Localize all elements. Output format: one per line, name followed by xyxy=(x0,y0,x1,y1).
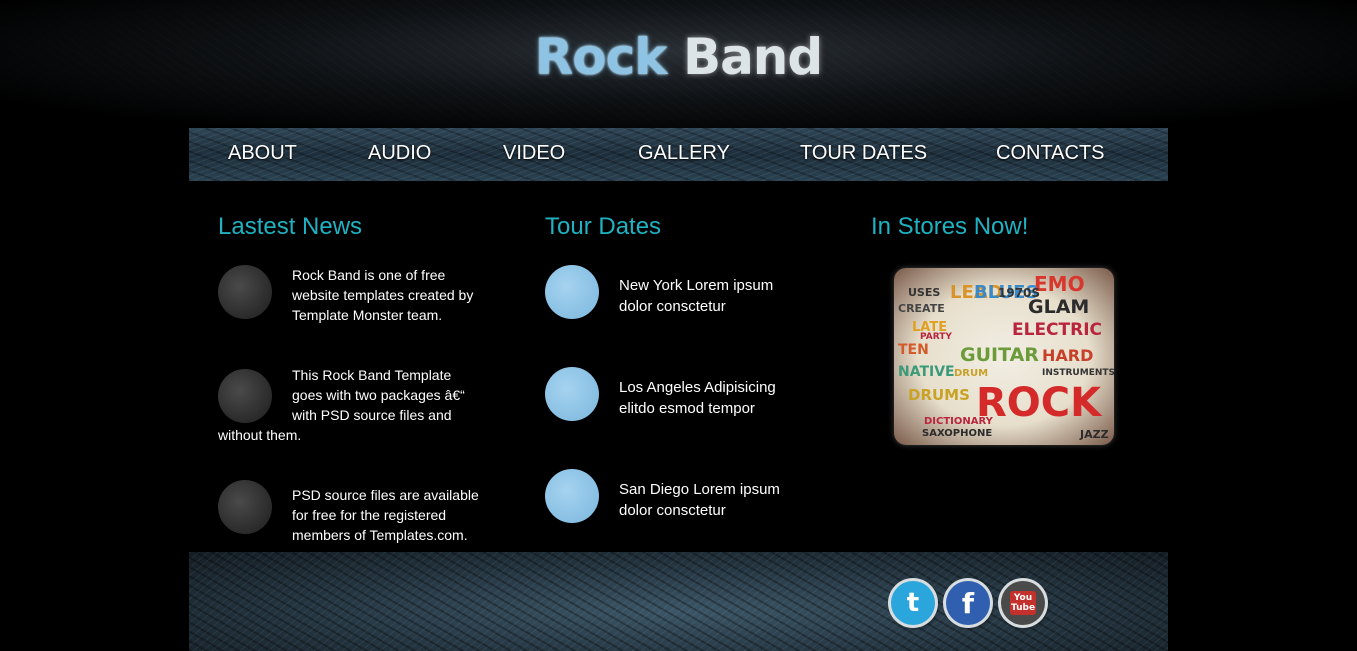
album-word: PARTY xyxy=(920,332,952,342)
nav-contacts[interactable]: CONTACTS xyxy=(996,142,1105,165)
album-word: TEN xyxy=(898,342,929,358)
album-word: INSTRUMENTS xyxy=(1042,368,1114,378)
album-word: 1970S xyxy=(998,286,1041,300)
tour-title: Tour Dates xyxy=(545,213,662,240)
news-item-3: PSD source files are available for free … xyxy=(292,487,479,543)
album-word: JAZZ xyxy=(1080,428,1109,441)
facebook-glyph: f xyxy=(961,586,975,620)
album-word: EMO xyxy=(1034,272,1085,296)
tour-thumbnail xyxy=(545,469,599,523)
album-word: SAXOPHONE xyxy=(922,428,993,439)
album-word: NATIVE xyxy=(898,364,955,380)
news-float-spacer xyxy=(218,365,292,419)
tour-item-3[interactable]: San Diego Lorem ipsum dolor consctetur xyxy=(619,479,799,521)
news-item-2: This Rock Band Template goes with two pa… xyxy=(218,365,482,445)
logo-word-rock: Rock xyxy=(534,28,668,86)
nav-audio[interactable]: AUDIO xyxy=(368,142,431,165)
facebook-icon[interactable]: f xyxy=(946,581,990,625)
news-item-1: Rock Band is one of free website templat… xyxy=(292,267,474,323)
album-word: ROCK xyxy=(976,380,1102,426)
site-logo[interactable]: Rock Band xyxy=(0,28,1357,86)
nav-video[interactable]: VIDEO xyxy=(503,142,565,165)
nav-gallery[interactable]: GALLERY xyxy=(638,142,730,165)
tour-item-2[interactable]: Los Angeles Adipisicing elitdo esmod tem… xyxy=(619,377,799,419)
album-word: HARD xyxy=(1042,346,1094,365)
news-thumbnail xyxy=(218,265,272,319)
youtube-glyph: You Tube xyxy=(1010,591,1036,615)
album-word: DRUMS xyxy=(908,386,970,404)
album-word: USES xyxy=(908,286,941,299)
twitter-glyph: t xyxy=(906,588,920,618)
tour-thumbnail xyxy=(545,367,599,421)
logo-word-band: Band xyxy=(682,28,823,86)
news-title: Lastest News xyxy=(218,213,363,240)
album-word: GUITAR xyxy=(960,344,1039,366)
album-word: DRUM xyxy=(954,368,989,379)
nav-tour-dates[interactable]: TOUR DATES xyxy=(800,142,927,165)
nav-about[interactable]: ABOUT xyxy=(228,142,297,165)
twitter-icon[interactable]: t xyxy=(891,581,935,625)
album-word: DICTIONARY xyxy=(924,416,993,427)
album-cover-image[interactable]: EMO GLAM ELECTRIC GUITAR HARD ROCK LEAD … xyxy=(894,268,1114,445)
album-word: ELECTRIC xyxy=(1012,320,1103,340)
album-word: CREATE xyxy=(898,302,945,315)
news-thumbnail xyxy=(218,480,272,534)
stores-title: In Stores Now! xyxy=(871,213,1029,240)
tour-item-1[interactable]: New York Lorem ipsum dolor consctetur xyxy=(619,275,799,317)
tour-thumbnail xyxy=(545,265,599,319)
main-navigation: ABOUT AUDIO VIDEO GALLERY TOUR DATES CON… xyxy=(189,128,1168,181)
youtube-icon[interactable]: You Tube xyxy=(1001,581,1045,625)
